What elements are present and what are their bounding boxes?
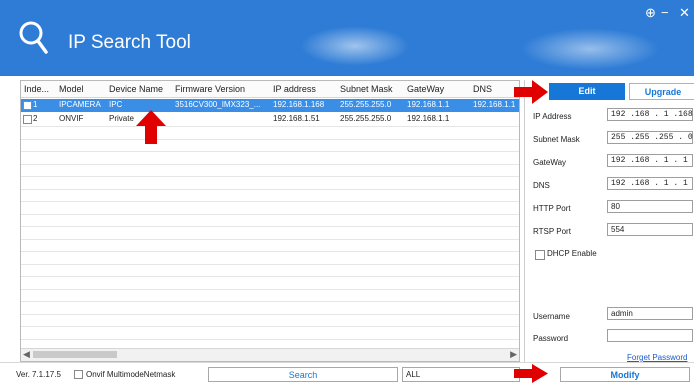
table-gridline	[21, 238, 519, 240]
cell-gateway: 192.168.1.1	[407, 100, 450, 109]
cell-device-name: IPC	[109, 100, 123, 109]
table-gridline	[21, 163, 519, 165]
bottom-bar: Ver. 7.1.17.5 Onvif MultimodeNetmask Sea…	[0, 362, 694, 384]
table-gridline	[21, 138, 519, 140]
column-header-model[interactable]: Model	[59, 84, 84, 94]
table-gridline	[21, 326, 519, 327]
rtsp-port-field[interactable]: 554	[607, 223, 693, 236]
table-gridline	[21, 201, 519, 202]
dns-field[interactable]: 192 .168 . 1 . 1	[607, 177, 693, 190]
version-label: Ver. 7.1.17.5	[16, 370, 61, 379]
table-row[interactable]: 1 IPCAMERA IPC 3516CV300_IMX323_... 192.…	[21, 99, 519, 112]
ip-address-field[interactable]: 192 .168 . 1 .168	[607, 108, 693, 121]
column-header-index[interactable]: Inde...	[24, 84, 49, 94]
tab-upgrade[interactable]: Upgrade	[629, 83, 694, 100]
red-right-arrow-icon	[514, 364, 548, 383]
table-gridline	[21, 176, 519, 177]
row-checkbox[interactable]	[23, 101, 32, 110]
table-gridline	[21, 226, 519, 227]
gateway-field[interactable]: 192 .168 . 1 . 1	[607, 154, 693, 167]
cell-model: ONVIF	[59, 114, 84, 123]
search-icon	[19, 21, 48, 54]
cell-gateway: 192.168.1.1	[407, 114, 450, 123]
table-gridline	[21, 276, 519, 277]
table-header: Inde... Model Device Name Firmware Versi…	[21, 81, 519, 98]
device-table[interactable]: Inde... Model Device Name Firmware Versi…	[20, 80, 520, 362]
cell-mask: 255.255.255.0	[340, 114, 392, 123]
tab-edit[interactable]: Edit	[549, 83, 625, 100]
table-gridline	[21, 151, 519, 152]
close-icon[interactable]: ✕	[679, 6, 690, 19]
table-row[interactable]: 2 ONVIF Private 192.168.1.51 255.255.255…	[21, 113, 519, 126]
dhcp-enable-label: DHCP Enable	[547, 249, 597, 258]
app-title: IP Search Tool	[68, 32, 191, 53]
dns-label: DNS	[533, 181, 550, 190]
column-header-subnet-mask[interactable]: Subnet Mask	[340, 84, 393, 94]
header-cloud-decoration	[520, 28, 660, 70]
password-field[interactable]	[607, 329, 693, 342]
table-gridline	[21, 213, 519, 215]
settings-icon[interactable]: ⊕	[645, 6, 656, 19]
ip-address-label: IP Address	[533, 112, 572, 121]
app-header: IP Search Tool ⊕ − ✕	[0, 0, 694, 76]
scrollbar-thumb[interactable]	[33, 351, 117, 358]
subnet-mask-label: Subnet Mask	[533, 135, 580, 144]
red-up-arrow-icon	[136, 110, 166, 144]
http-port-label: HTTP Port	[533, 204, 571, 213]
search-button[interactable]: Search	[208, 367, 398, 382]
column-header-device-name[interactable]: Device Name	[109, 84, 163, 94]
rtsp-port-label: RTSP Port	[533, 227, 571, 236]
onvif-multimode-label: Onvif MultimodeNetmask	[86, 370, 176, 379]
cell-dns: 192.168.1.1	[473, 100, 516, 109]
row-checkbox[interactable]	[23, 115, 32, 124]
minimize-icon[interactable]: −	[661, 6, 669, 19]
scroll-left-icon[interactable]: ◀	[23, 349, 30, 360]
http-port-field[interactable]: 80	[607, 200, 693, 213]
table-gridline	[21, 301, 519, 302]
cell-ip: 192.168.1.168	[273, 100, 325, 109]
table-gridline	[21, 188, 519, 190]
column-header-ip-address[interactable]: IP address	[273, 84, 316, 94]
table-gridline	[21, 263, 519, 265]
horizontal-scrollbar[interactable]: ◀ ▶	[21, 348, 519, 361]
filter-select[interactable]: ALL	[402, 367, 520, 382]
column-header-dns[interactable]: DNS	[473, 84, 492, 94]
scroll-right-icon[interactable]: ▶	[510, 349, 517, 360]
cell-firmware: 3516CV300_IMX323_...	[175, 100, 261, 109]
subnet-mask-field[interactable]: 255 .255 .255 . 0	[607, 131, 693, 144]
username-label: Username	[533, 312, 570, 321]
cell-index: 1	[33, 100, 38, 109]
table-gridline	[21, 288, 519, 290]
cell-model: IPCAMERA	[59, 100, 101, 109]
header-cloud-decoration	[300, 26, 410, 66]
table-gridline	[21, 251, 519, 252]
column-header-firmware-version[interactable]: Firmware Version	[175, 84, 245, 94]
cell-mask: 255.255.255.0	[340, 100, 392, 109]
cell-ip: 192.168.1.51	[273, 114, 320, 123]
cell-index: 2	[33, 114, 38, 123]
column-header-gateway[interactable]: GateWay	[407, 84, 444, 94]
modify-button[interactable]: Modify	[560, 367, 690, 382]
username-field[interactable]: admin	[607, 307, 693, 320]
password-label: Password	[533, 334, 569, 343]
forget-password-link[interactable]: Forget Password	[627, 353, 687, 362]
table-gridline	[21, 126, 519, 127]
onvif-multimode-checkbox[interactable]	[74, 370, 83, 379]
red-right-arrow-icon	[514, 80, 548, 104]
edit-panel: Edit Upgrade IP Address 192 .168 . 1 .16…	[524, 80, 694, 362]
table-gridline	[21, 338, 519, 340]
table-gridline	[21, 313, 519, 315]
gateway-label: GateWay	[533, 158, 567, 167]
dhcp-enable-checkbox[interactable]	[535, 250, 545, 260]
